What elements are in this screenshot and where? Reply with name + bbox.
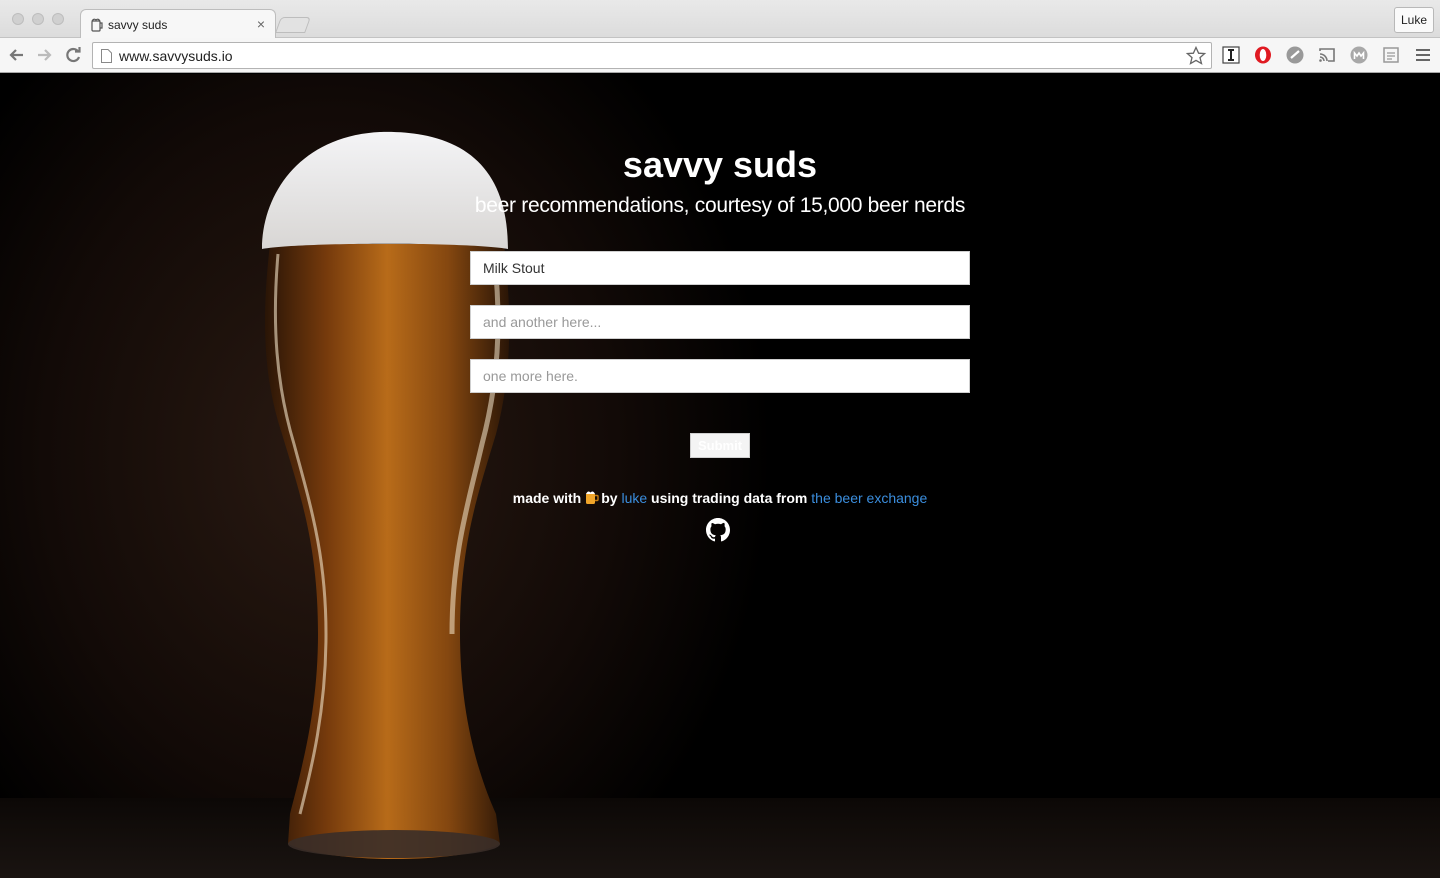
forward-arrow-icon[interactable] (33, 44, 55, 66)
new-tab-button[interactable] (275, 17, 311, 33)
page-subtitle: beer recommendations, courtesy of 15,000… (474, 194, 966, 217)
credits-line: made with by luke using trading data fro… (0, 490, 1440, 506)
back-arrow-icon[interactable] (6, 44, 28, 66)
reader-extension-icon[interactable] (1381, 45, 1401, 65)
pocket-extension-icon[interactable] (1285, 45, 1305, 65)
browser-toolbar: www.savvysuds.io (0, 38, 1440, 73)
beer-input-1[interactable] (470, 251, 970, 285)
beer-favicon-icon (91, 18, 103, 32)
bookmark-star-icon[interactable] (1185, 45, 1207, 67)
browser-tab-strip: savvy suds × Luke (0, 0, 1440, 39)
profile-button[interactable]: Luke (1394, 7, 1434, 33)
url-text[interactable]: www.savvysuds.io (119, 48, 233, 64)
submit-button[interactable]: Submit (690, 433, 750, 458)
browser-tab[interactable]: savvy suds × (80, 9, 276, 39)
m-extension-icon[interactable] (1349, 45, 1369, 65)
tab-title: savvy suds (108, 18, 168, 32)
cast-icon[interactable] (1317, 45, 1337, 65)
reload-icon[interactable] (62, 44, 84, 66)
beer-mug-icon (586, 491, 599, 504)
author-link[interactable]: luke (621, 490, 647, 506)
beer-input-2[interactable] (470, 305, 970, 339)
page-viewport: savvy suds beer recommendations, courtes… (0, 74, 1440, 878)
window-minimize-button[interactable] (32, 13, 44, 25)
instapaper-extension-icon[interactable] (1221, 45, 1241, 65)
opera-extension-icon[interactable] (1253, 45, 1273, 65)
page-icon (101, 49, 112, 63)
credits-made-with: made with (512, 490, 582, 506)
menu-icon[interactable] (1413, 45, 1433, 65)
credits-by: by (601, 490, 618, 506)
credits-using: using trading data from (651, 490, 808, 506)
beer-input-3[interactable] (470, 359, 970, 393)
github-icon[interactable] (706, 518, 730, 542)
window-maximize-button[interactable] (52, 13, 64, 25)
tab-close-icon[interactable]: × (257, 16, 265, 32)
address-bar[interactable]: www.savvysuds.io (92, 42, 1212, 69)
page-title: savvy suds (622, 144, 818, 185)
window-close-button[interactable] (12, 13, 24, 25)
beer-exchange-link[interactable]: the beer exchange (811, 490, 927, 506)
